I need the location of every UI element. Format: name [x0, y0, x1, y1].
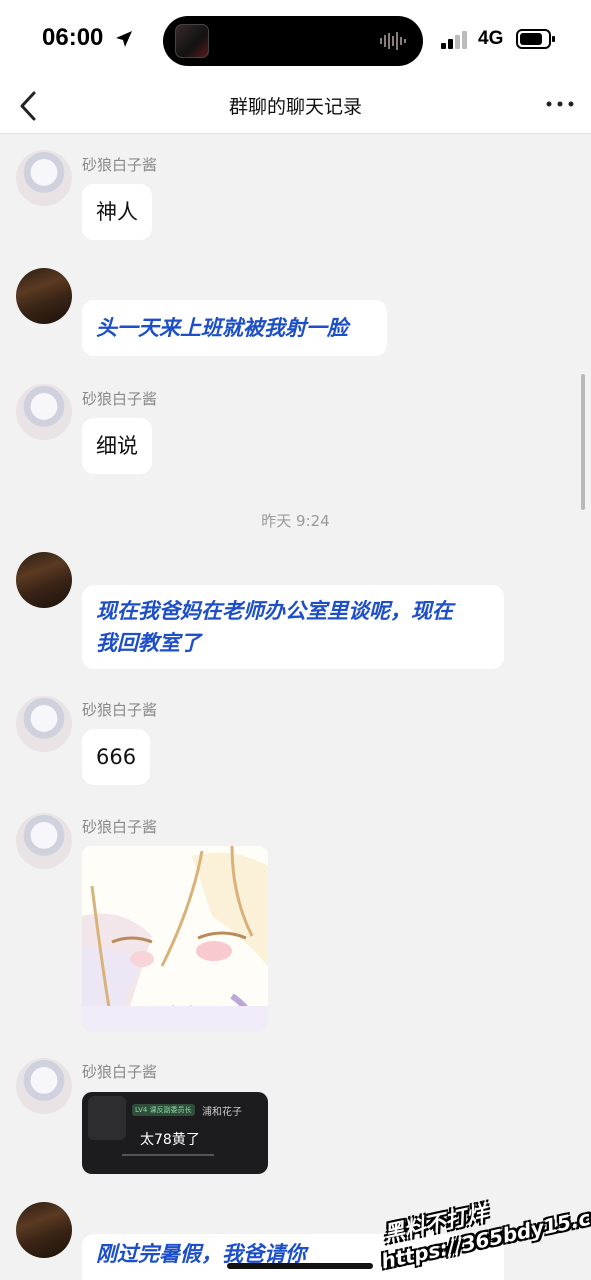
image-sender-name: 浦和花子 — [202, 1107, 242, 1118]
audio-wave-icon — [380, 32, 406, 50]
avatar[interactable] — [16, 1202, 72, 1258]
level-badge: LV4 课反副委员长 — [132, 1104, 195, 1116]
avatar[interactable] — [16, 552, 72, 608]
message-text-line: 现在我爸妈在老师办公室里谈呢，现在 — [96, 599, 453, 623]
signal-icon — [441, 31, 467, 49]
home-indicator[interactable] — [227, 1263, 373, 1269]
scrollbar-thumb[interactable] — [581, 374, 585, 510]
image-divider — [122, 1154, 214, 1156]
sender-name: 砂狼白子酱 — [82, 156, 158, 174]
nav-bar: 群聊的聊天记录 — [0, 78, 591, 134]
sender-name: 砂狼白子酱 — [82, 818, 158, 836]
more-icon[interactable] — [544, 92, 576, 116]
battery-icon — [516, 29, 555, 49]
avatar[interactable] — [16, 813, 72, 869]
avatar[interactable] — [16, 1058, 72, 1114]
message-text: 神人 — [96, 200, 138, 224]
chat-history[interactable]: 砂狼白子酱 神人 头一天来上班就被我射一脸 砂狼白子酱 细说 昨天 9:24 现… — [0, 134, 591, 1280]
page-title: 群聊的聊天记录 — [228, 96, 362, 118]
sender-name: 砂狼白子酱 — [82, 390, 158, 408]
message-bubble[interactable]: 细说 — [82, 418, 152, 474]
sticker-art — [82, 846, 268, 1032]
message-text-line: 我回教室了 — [96, 631, 201, 655]
sticker-image[interactable] — [82, 846, 268, 1032]
image-message-text: 太78黄了 — [140, 1132, 200, 1148]
avatar[interactable] — [16, 150, 72, 206]
location-arrow-icon — [116, 31, 132, 47]
message-bubble[interactable]: 666 — [82, 729, 151, 785]
album-art — [175, 24, 209, 58]
sender-name: 砂狼白子酱 — [82, 701, 158, 719]
status-time: 06:00 — [42, 24, 104, 51]
dynamic-island[interactable] — [163, 16, 423, 66]
image-avatar — [88, 1096, 126, 1140]
message-bubble[interactable]: 头一天来上班就被我射一脸 — [82, 300, 387, 356]
message-text: 666 — [96, 745, 137, 769]
message-text: 细说 — [96, 434, 138, 458]
timestamp: 昨天 9:24 — [261, 512, 330, 530]
status-bar: 06:00 4G — [0, 0, 591, 78]
avatar[interactable] — [16, 696, 72, 752]
message-bubble[interactable]: 神人 — [82, 184, 152, 240]
message-text: 头一天来上班就被我射一脸 — [96, 316, 348, 340]
network-type: 4G — [478, 28, 504, 49]
avatar[interactable] — [16, 268, 72, 324]
image-message[interactable]: LV4 课反副委员长 浦和花子 太78黄了 — [82, 1092, 268, 1174]
sender-name: 砂狼白子酱 — [82, 1063, 158, 1081]
avatar[interactable] — [16, 384, 72, 440]
message-bubble[interactable]: 现在我爸妈在老师办公室里谈呢，现在 我回教室了 — [82, 585, 504, 669]
